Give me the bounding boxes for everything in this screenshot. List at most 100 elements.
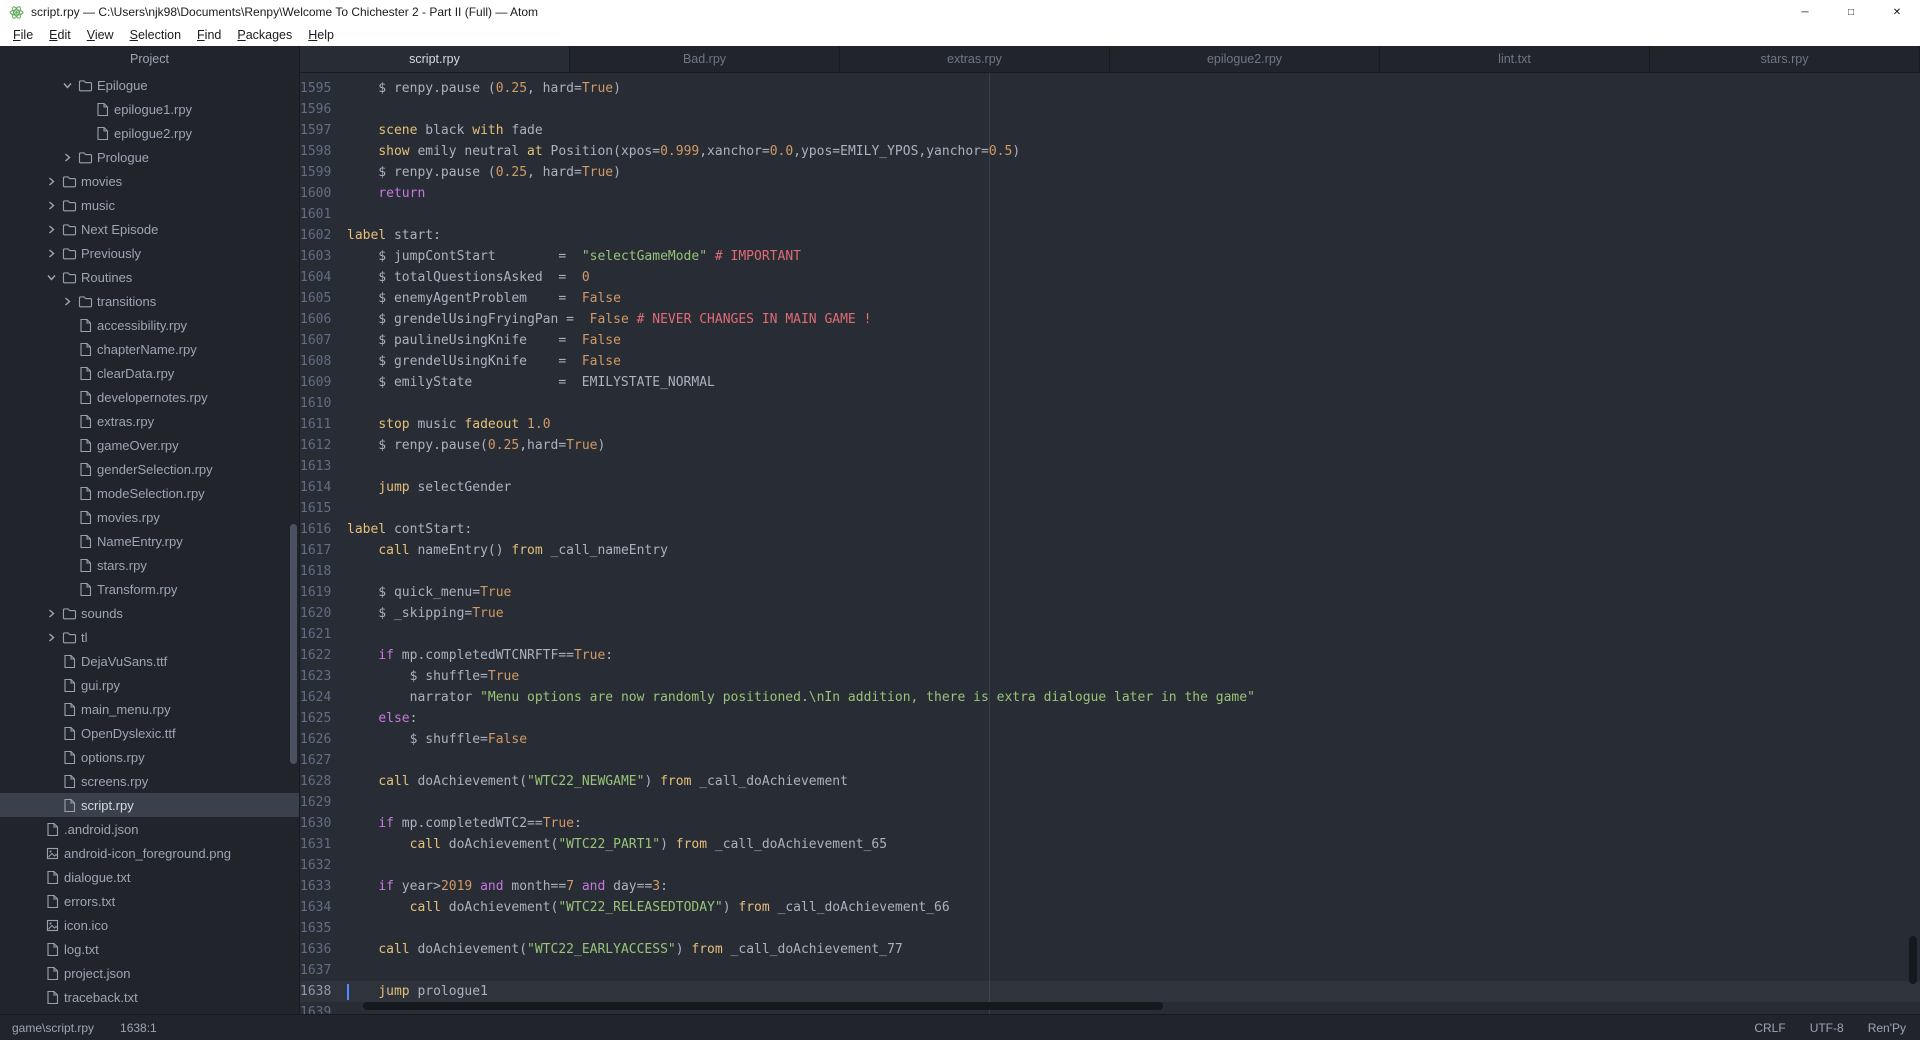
code-line-1610[interactable]: 1610 <box>300 393 1920 414</box>
tree-item-errors-txt[interactable]: errors.txt <box>0 889 299 913</box>
tree-item-dialogue-txt[interactable]: dialogue.txt <box>0 865 299 889</box>
minimize-button[interactable]: ─ <box>1782 0 1828 24</box>
tree-item-android-json[interactable]: .android.json <box>0 817 299 841</box>
tree-item-epilogue1-rpy[interactable]: epilogue1.rpy <box>0 97 299 121</box>
menu-item-view[interactable]: View <box>79 26 122 44</box>
code-line-1597[interactable]: 1597 scene black with fade <box>300 120 1920 141</box>
code-line-1599[interactable]: 1599 $ renpy.pause (0.25, hard=True) <box>300 162 1920 183</box>
code-line-1596[interactable]: 1596 <box>300 99 1920 120</box>
code-line-1595[interactable]: 1595 $ renpy.pause (0.25, hard=True) <box>300 78 1920 99</box>
tree-item-accessibility-rpy[interactable]: accessibility.rpy <box>0 313 299 337</box>
tree-item-cleardata-rpy[interactable]: clearData.rpy <box>0 361 299 385</box>
code-line-1638[interactable]: 1638 jump prologue1 <box>300 981 1920 1002</box>
tree-item-traceback-txt[interactable]: traceback.txt <box>0 985 299 1009</box>
code-line-1619[interactable]: 1619 $ quick_menu=True <box>300 582 1920 603</box>
menu-item-file[interactable]: File <box>5 26 41 44</box>
tree-item-epilogue[interactable]: Epilogue <box>0 73 299 97</box>
tree-scrollbar[interactable] <box>290 524 297 764</box>
maximize-button[interactable]: □ <box>1828 0 1874 24</box>
code-line-1601[interactable]: 1601 <box>300 204 1920 225</box>
code-line-1631[interactable]: 1631 call doAchievement("WTC22_PART1") f… <box>300 834 1920 855</box>
tree-item-icon-ico[interactable]: icon.ico <box>0 913 299 937</box>
tab-stars-rpy[interactable]: stars.rpy <box>1650 46 1920 72</box>
code-line-1617[interactable]: 1617 call nameEntry() from _call_nameEnt… <box>300 540 1920 561</box>
code-line-1609[interactable]: 1609 $ emilyState = EMILYSTATE_NORMAL <box>300 372 1920 393</box>
code-line-1618[interactable]: 1618 <box>300 561 1920 582</box>
tree-item-screens-rpy[interactable]: screens.rpy <box>0 769 299 793</box>
tab-script-rpy[interactable]: script.rpy <box>300 46 570 72</box>
tree-item-transitions[interactable]: transitions <box>0 289 299 313</box>
code-line-1607[interactable]: 1607 $ paulineUsingKnife = False <box>300 330 1920 351</box>
tree-item-transform-rpy[interactable]: Transform.rpy <box>0 577 299 601</box>
code-line-1620[interactable]: 1620 $ _skipping=True <box>300 603 1920 624</box>
tree-item-developernotes-rpy[interactable]: developernotes.rpy <box>0 385 299 409</box>
tree-item-music[interactable]: music <box>0 193 299 217</box>
code-line-1627[interactable]: 1627 <box>300 750 1920 771</box>
tree-item-script-rpy[interactable]: script.rpy <box>0 793 299 817</box>
tree-item-opendyslexic-ttf[interactable]: OpenDyslexic.ttf <box>0 721 299 745</box>
code-line-1634[interactable]: 1634 call doAchievement("WTC22_RELEASEDT… <box>300 897 1920 918</box>
text-editor[interactable]: 1595 $ renpy.pause (0.25, hard=True)1596… <box>300 73 1920 1014</box>
tree-item-gameover-rpy[interactable]: gameOver.rpy <box>0 433 299 457</box>
code-line-1632[interactable]: 1632 <box>300 855 1920 876</box>
menu-item-find[interactable]: Find <box>189 26 229 44</box>
tree-item-dejavusans-ttf[interactable]: DejaVuSans.ttf <box>0 649 299 673</box>
tree-item-movies-rpy[interactable]: movies.rpy <box>0 505 299 529</box>
tree-item-genderselection-rpy[interactable]: genderSelection.rpy <box>0 457 299 481</box>
code-line-1630[interactable]: 1630 if mp.completedWTC2==True: <box>300 813 1920 834</box>
menu-item-packages[interactable]: Packages <box>229 26 300 44</box>
code-line-1624[interactable]: 1624 narrator "Menu options are now rand… <box>300 687 1920 708</box>
code-line-1615[interactable]: 1615 <box>300 498 1920 519</box>
status-encoding[interactable]: UTF-8 <box>1810 1021 1844 1035</box>
code-line-1623[interactable]: 1623 $ shuffle=True <box>300 666 1920 687</box>
tree-item-sounds[interactable]: sounds <box>0 601 299 625</box>
code-line-1637[interactable]: 1637 <box>300 960 1920 981</box>
tab-lint-txt[interactable]: lint.txt <box>1380 46 1650 72</box>
code-line-1622[interactable]: 1622 if mp.completedWTCNRFTF==True: <box>300 645 1920 666</box>
close-button[interactable]: ✕ <box>1874 0 1920 24</box>
tree-item-stars-rpy[interactable]: stars.rpy <box>0 553 299 577</box>
code-line-1600[interactable]: 1600 return <box>300 183 1920 204</box>
menu-item-selection[interactable]: Selection <box>122 26 189 44</box>
tree-item-epilogue2-rpy[interactable]: epilogue2.rpy <box>0 121 299 145</box>
code-line-1633[interactable]: 1633 if year>2019 and month==7 and day==… <box>300 876 1920 897</box>
tree-item-extras-rpy[interactable]: extras.rpy <box>0 409 299 433</box>
menu-item-edit[interactable]: Edit <box>41 26 79 44</box>
tab-bad-rpy[interactable]: Bad.rpy <box>570 46 840 72</box>
tree-item-project-json[interactable]: project.json <box>0 961 299 985</box>
tree-item-options-rpy[interactable]: options.rpy <box>0 745 299 769</box>
tab-extras-rpy[interactable]: extras.rpy <box>840 46 1110 72</box>
code-line-1626[interactable]: 1626 $ shuffle=False <box>300 729 1920 750</box>
tree-item-nameentry-rpy[interactable]: NameEntry.rpy <box>0 529 299 553</box>
tree-item-routines[interactable]: Routines <box>0 265 299 289</box>
code-line-1606[interactable]: 1606 $ grendelUsingFryingPan = False # N… <box>300 309 1920 330</box>
code-line-1636[interactable]: 1636 call doAchievement("WTC22_EARLYACCE… <box>300 939 1920 960</box>
code-line-1616[interactable]: 1616label contStart: <box>300 519 1920 540</box>
code-line-1602[interactable]: 1602label start: <box>300 225 1920 246</box>
tree-item-movies[interactable]: movies <box>0 169 299 193</box>
status-line-ending[interactable]: CRLF <box>1754 1021 1785 1035</box>
tree-item-previously[interactable]: Previously <box>0 241 299 265</box>
code-line-1603[interactable]: 1603 $ jumpContStart = "selectGameMode" … <box>300 246 1920 267</box>
status-grammar[interactable]: Ren'Py <box>1868 1021 1906 1035</box>
code-line-1625[interactable]: 1625 else: <box>300 708 1920 729</box>
vertical-scrollbar[interactable] <box>1909 936 1917 984</box>
code-line-1605[interactable]: 1605 $ enemyAgentProblem = False <box>300 288 1920 309</box>
code-line-1635[interactable]: 1635 <box>300 918 1920 939</box>
tree-item-next-episode[interactable]: Next Episode <box>0 217 299 241</box>
tree-item-chaptername-rpy[interactable]: chapterName.rpy <box>0 337 299 361</box>
tree-item-gui-rpy[interactable]: gui.rpy <box>0 673 299 697</box>
code-line-1604[interactable]: 1604 $ totalQuestionsAsked = 0 <box>300 267 1920 288</box>
tree-item-prologue[interactable]: Prologue <box>0 145 299 169</box>
tree-item-modeselection-rpy[interactable]: modeSelection.rpy <box>0 481 299 505</box>
code-line-1628[interactable]: 1628 call doAchievement("WTC22_NEWGAME")… <box>300 771 1920 792</box>
tree-item-tl[interactable]: tl <box>0 625 299 649</box>
code-line-1611[interactable]: 1611 stop music fadeout 1.0 <box>300 414 1920 435</box>
horizontal-scrollbar[interactable] <box>363 1002 1163 1010</box>
tree-item-log-txt[interactable]: log.txt <box>0 937 299 961</box>
code-line-1614[interactable]: 1614 jump selectGender <box>300 477 1920 498</box>
code-line-1598[interactable]: 1598 show emily neutral at Position(xpos… <box>300 141 1920 162</box>
code-line-1613[interactable]: 1613 <box>300 456 1920 477</box>
tree-item-main-menu-rpy[interactable]: main_menu.rpy <box>0 697 299 721</box>
code-line-1621[interactable]: 1621 <box>300 624 1920 645</box>
